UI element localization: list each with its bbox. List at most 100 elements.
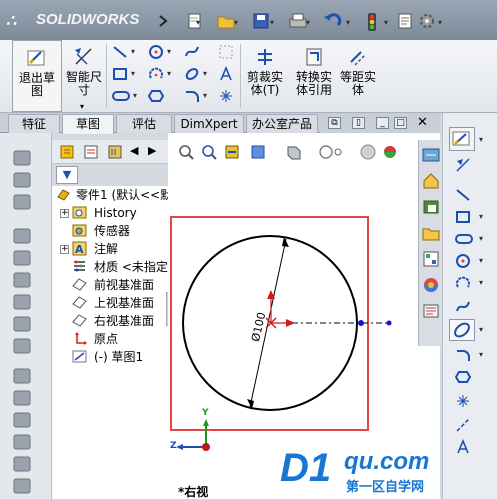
close-icon[interactable]: ✕ <box>416 116 429 129</box>
maximize-window-icon[interactable]: □ <box>394 117 407 129</box>
view-palette-icon[interactable] <box>422 250 440 271</box>
spline-icon[interactable] <box>184 44 200 60</box>
custom-properties-icon[interactable] <box>422 302 440 323</box>
tree-item-sensors[interactable]: 传感器 <box>60 222 168 240</box>
dropdown-arrow-icon[interactable]: ▾ <box>479 256 483 265</box>
convert-entities-button[interactable]: 转换实 体引用 <box>292 40 336 112</box>
tab-scroll-left-icon[interactable]: ◀ <box>130 144 138 157</box>
arc-icon[interactable] <box>148 66 164 82</box>
minimize-window-icon[interactable]: _ <box>376 117 389 129</box>
appearances-scenes-icon[interactable] <box>422 276 440 297</box>
svg-text:A: A <box>75 243 84 256</box>
line-icon[interactable] <box>112 44 128 60</box>
dropdown-arrow-icon[interactable]: ▾ <box>270 18 274 27</box>
tab-evaluate[interactable]: 评估 <box>116 114 172 133</box>
dropdown-arrow-icon[interactable]: ▾ <box>479 234 483 243</box>
dropdown-arrow-icon[interactable]: ▾ <box>438 18 442 27</box>
dropdown-arrow-icon[interactable]: ▾ <box>131 47 135 56</box>
tab-dimxpert[interactable]: DimXpert <box>174 114 244 133</box>
spline-icon[interactable] <box>455 299 471 315</box>
dropdown-arrow-icon[interactable]: ▾ <box>203 91 207 100</box>
propertymanager-icon[interactable] <box>82 143 100 164</box>
left-toolbar-icons[interactable] <box>0 133 52 499</box>
circle-icon[interactable] <box>455 253 471 269</box>
tree-item-annotations[interactable]: + A 注解 <box>60 240 168 258</box>
circle-icon[interactable] <box>148 44 164 60</box>
tree-item-origin[interactable]: 原点 <box>60 330 168 348</box>
offset-entities-button[interactable]: 等距实 体 <box>336 40 380 112</box>
tab-office-products[interactable]: 办公室产品 <box>246 114 318 133</box>
fillet-icon[interactable] <box>455 347 471 363</box>
dropdown-arrow-icon[interactable]: ▾ <box>479 325 483 334</box>
save-icon[interactable] <box>252 12 270 32</box>
grid-icon[interactable] <box>218 44 234 60</box>
tree-item-top-plane[interactable]: 上视基准面 <box>60 294 168 312</box>
view-triad-icon[interactable] <box>176 419 210 451</box>
ellipse-icon[interactable] <box>184 66 200 82</box>
tree-filter-button[interactable]: ▼ <box>56 166 78 184</box>
dropdown-arrow-icon[interactable]: ▾ <box>306 18 310 27</box>
point-icon[interactable] <box>455 393 471 409</box>
tree-item-material[interactable]: 材质 <未指定 <box>60 258 168 276</box>
tab-sketch[interactable]: 草图 <box>62 114 114 134</box>
sketch-point-icon[interactable] <box>386 320 392 326</box>
restore-window-icon[interactable]: ⧉ <box>328 117 341 129</box>
expand-icon[interactable]: + <box>60 209 69 218</box>
dropdown-arrow-icon[interactable]: ▾ <box>479 350 483 359</box>
featuremanager-icon[interactable] <box>58 143 76 164</box>
polygon-icon[interactable] <box>454 369 472 385</box>
slot-icon[interactable] <box>455 231 473 247</box>
rebuild-icon[interactable] <box>366 12 378 32</box>
slot-icon[interactable] <box>112 88 130 104</box>
centerline-icon[interactable] <box>455 417 471 433</box>
tree-item-right-plane[interactable]: 右视基准面 <box>60 312 168 330</box>
sketch-canvas[interactable] <box>168 133 440 499</box>
fillet-icon[interactable] <box>184 88 200 104</box>
sketch-point-icon[interactable] <box>358 320 364 326</box>
file-explorer-icon[interactable] <box>422 198 440 219</box>
tab-scroll-right-icon[interactable]: ▶ <box>148 144 156 157</box>
dropdown-arrow-icon[interactable]: ▾ <box>384 18 388 27</box>
dropdown-arrow-icon[interactable]: ▾ <box>234 18 238 27</box>
line-icon[interactable] <box>455 187 471 203</box>
tree-item-front-plane[interactable]: 前视基准面 <box>60 276 168 294</box>
exit-sketch-button[interactable]: 退出草 图 <box>12 40 62 112</box>
tab-features[interactable]: 特征 <box>8 114 60 133</box>
text-sketch-icon[interactable] <box>218 65 234 82</box>
chevron-right-icon[interactable] <box>158 14 168 28</box>
design-library-icon[interactable] <box>422 146 440 167</box>
dropdown-arrow-icon[interactable]: ▾ <box>133 91 137 100</box>
dropdown-arrow-icon[interactable]: ▾ <box>167 69 171 78</box>
rectangle-icon[interactable] <box>455 209 471 225</box>
rectangle-icon[interactable] <box>112 66 128 82</box>
dropdown-arrow-icon[interactable]: ▾ <box>203 69 207 78</box>
dropdown-arrow-icon[interactable]: ▾ <box>479 135 483 144</box>
tree-item-history[interactable]: + History <box>60 204 168 222</box>
resources-home-icon[interactable] <box>422 172 440 193</box>
options-gear-icon[interactable] <box>418 12 436 32</box>
undo-icon[interactable] <box>322 12 344 32</box>
configurationmanager-icon[interactable] <box>106 143 124 164</box>
view-palette-folder-icon[interactable] <box>422 224 440 245</box>
graphics-area[interactable]: Ø100 Y Z <box>168 133 440 499</box>
sketch-toggle-button[interactable] <box>449 127 475 151</box>
tree-item-sketch1[interactable]: (-) 草图1 <box>60 348 168 366</box>
dropdown-arrow-icon[interactable]: ▾ <box>479 278 483 287</box>
solidworks-logo[interactable]: ∴ SOLIDWORKS <box>2 8 152 32</box>
smart-dimension-button[interactable]: 智能尺 寸 ▾ <box>64 40 104 112</box>
polygon-icon[interactable] <box>147 88 165 104</box>
dropdown-arrow-icon[interactable]: ▾ <box>346 18 350 27</box>
file-properties-icon[interactable] <box>396 12 414 32</box>
expand-icon[interactable]: + <box>60 245 69 254</box>
dropdown-arrow-icon[interactable]: ▾ <box>167 47 171 56</box>
arc-icon[interactable] <box>455 275 471 291</box>
dropdown-arrow-icon[interactable]: ▾ <box>196 18 200 27</box>
ellipse-tool-button[interactable] <box>449 319 475 341</box>
point-icon[interactable] <box>218 88 234 104</box>
trim-entities-button[interactable]: 剪裁实 体(T) <box>244 40 286 112</box>
smart-dimension-icon[interactable] <box>455 157 471 173</box>
dropdown-arrow-icon[interactable]: ▾ <box>479 212 483 221</box>
dropdown-arrow-icon[interactable]: ▾ <box>131 69 135 78</box>
new-document-icon[interactable] <box>186 12 204 32</box>
tile-window-icon[interactable]: ▯ <box>352 117 365 129</box>
